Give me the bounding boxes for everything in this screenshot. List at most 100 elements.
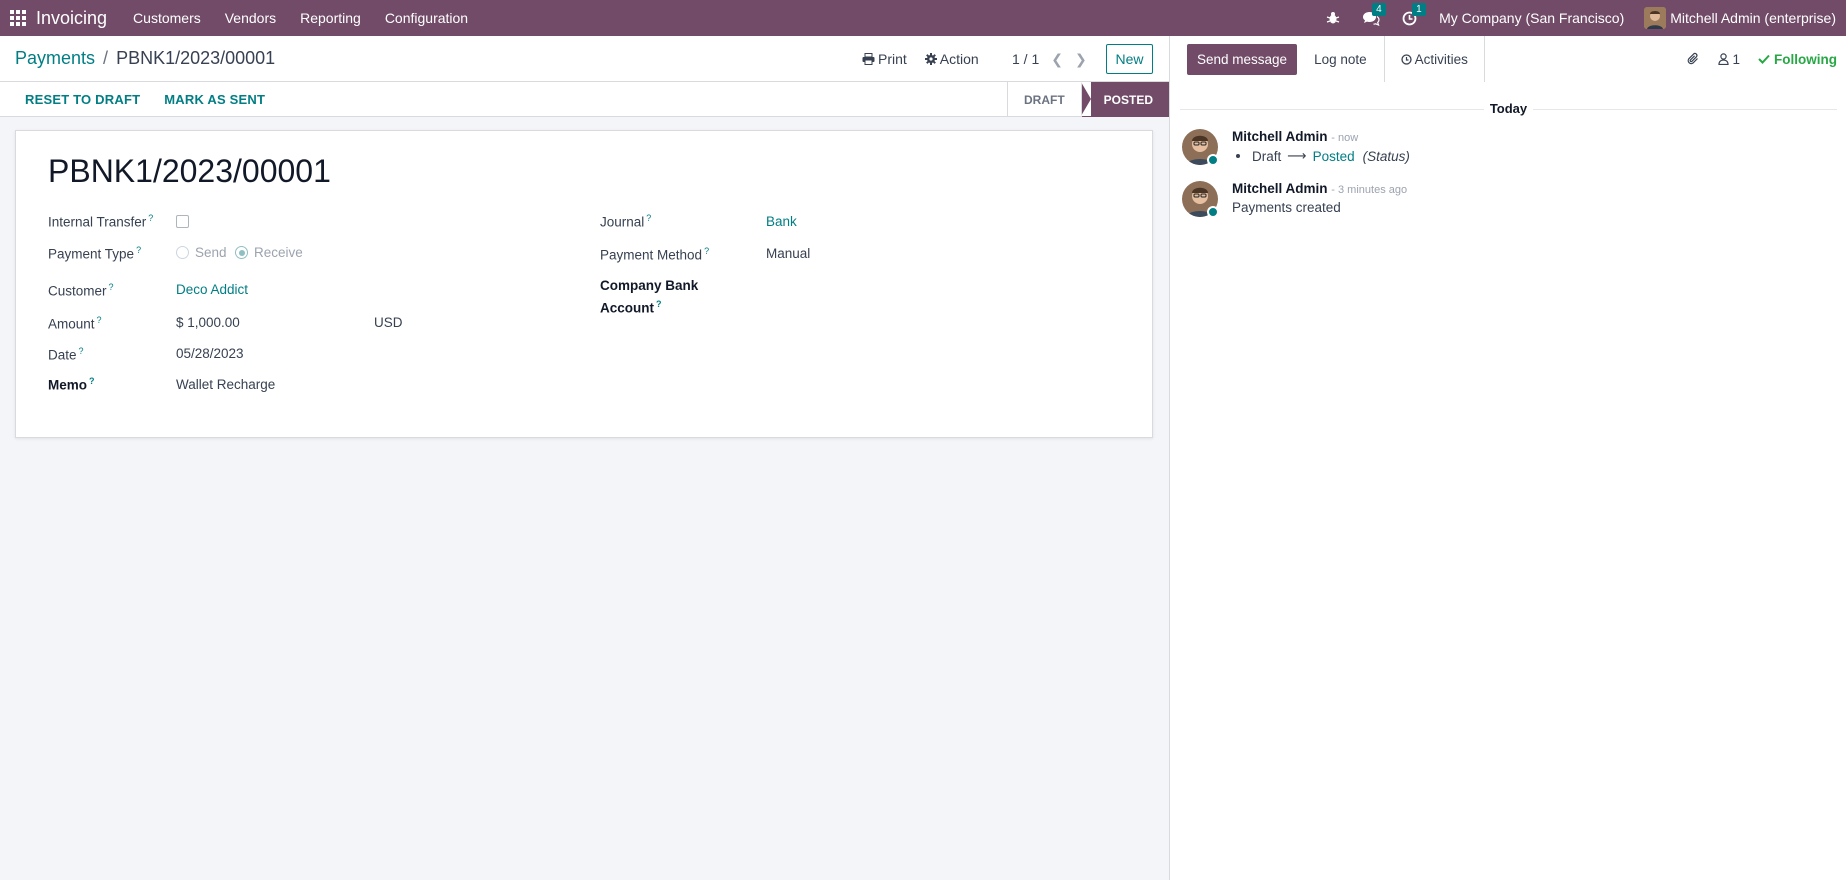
payment-method-label: Payment Method? bbox=[600, 246, 710, 263]
chatter-topbar: Send message Log note Activities 1 Follo… bbox=[1170, 36, 1846, 82]
online-status-dot bbox=[1207, 206, 1219, 218]
receive-option-label: Receive bbox=[254, 245, 303, 260]
payment-type-receive-radio[interactable]: Receive bbox=[235, 245, 303, 260]
print-icon bbox=[862, 53, 875, 65]
message-time: - 3 minutes ago bbox=[1331, 184, 1408, 196]
date-value[interactable]: 05/28/2023 bbox=[176, 346, 244, 361]
radio-dot bbox=[235, 246, 248, 259]
menu-reporting[interactable]: Reporting bbox=[300, 10, 361, 26]
menu-vendors[interactable]: Vendors bbox=[225, 10, 276, 26]
message-author[interactable]: Mitchell Admin - now bbox=[1232, 129, 1358, 144]
activities-clock-icon[interactable]: 1 bbox=[1402, 2, 1426, 26]
messages-count-badge: 4 bbox=[1372, 2, 1386, 16]
record-title: PBNK1/2023/00001 bbox=[48, 153, 331, 189]
old-value: Draft bbox=[1252, 148, 1282, 164]
action-button[interactable]: Action bbox=[924, 51, 979, 67]
customer-value[interactable]: Deco Addict bbox=[176, 282, 248, 297]
status-bar: RESET TO DRAFT MARK AS SENT DRAFT POSTED bbox=[0, 82, 1169, 117]
internal-transfer-label: Internal Transfer? bbox=[48, 213, 154, 230]
memo-label: Memo? bbox=[48, 376, 95, 393]
stage-draft[interactable]: DRAFT bbox=[1006, 82, 1081, 117]
help-icon[interactable]: ? bbox=[656, 299, 662, 309]
memo-value[interactable]: Wallet Recharge bbox=[176, 377, 275, 392]
day-separator: Today bbox=[1170, 100, 1846, 116]
reset-to-draft-button[interactable]: RESET TO DRAFT bbox=[25, 92, 140, 107]
followers-button[interactable]: 1 bbox=[1718, 52, 1740, 67]
pager-previous-icon[interactable]: ❮ bbox=[1051, 51, 1063, 68]
internal-transfer-checkbox[interactable] bbox=[176, 215, 189, 228]
chatter-panel: Send message Log note Activities 1 Follo… bbox=[1169, 36, 1846, 880]
company-bank-account-label: Company Bank Account? bbox=[600, 278, 699, 316]
customer-label: Customer? bbox=[48, 282, 114, 299]
user-icon bbox=[1718, 53, 1730, 65]
activities-count-badge: 1 bbox=[1412, 2, 1426, 16]
breadcrumb-separator: / bbox=[103, 48, 109, 68]
radio-dot bbox=[176, 246, 189, 259]
payment-type-label: Payment Type? bbox=[48, 245, 142, 262]
help-icon[interactable]: ? bbox=[109, 282, 114, 292]
pager-value[interactable]: 1 / 1 bbox=[1012, 51, 1039, 67]
menu-customers[interactable]: Customers bbox=[133, 10, 201, 26]
payment-method-value[interactable]: Manual bbox=[766, 246, 810, 261]
tracking-value: Draft ⟶ Posted (Status) bbox=[1232, 148, 1410, 164]
amount-label: Amount? bbox=[48, 315, 102, 332]
menu-configuration[interactable]: Configuration bbox=[385, 10, 468, 26]
pager: 1 / 1 ❮ ❯ bbox=[1012, 36, 1087, 82]
user-avatar bbox=[1644, 7, 1667, 29]
help-icon[interactable]: ? bbox=[148, 213, 153, 223]
top-navbar: Invoicing Customers Vendors Reporting Co… bbox=[0, 0, 1846, 36]
pager-next-icon[interactable]: ❯ bbox=[1075, 51, 1087, 68]
help-icon[interactable]: ? bbox=[89, 376, 95, 386]
new-value: Posted bbox=[1312, 148, 1355, 164]
following-button[interactable]: Following bbox=[1758, 52, 1837, 67]
online-status-dot bbox=[1207, 154, 1219, 166]
print-button[interactable]: Print bbox=[862, 51, 907, 67]
user-name: Mitchell Admin (enterprise) bbox=[1670, 10, 1836, 26]
breadcrumb-current: PBNK1/2023/00001 bbox=[116, 48, 276, 68]
payment-type-send-radio[interactable]: Send bbox=[176, 245, 227, 260]
activities-button[interactable]: Activities bbox=[1383, 36, 1485, 82]
mark-as-sent-button[interactable]: MARK AS SENT bbox=[164, 92, 265, 107]
apps-menu-icon[interactable] bbox=[0, 0, 36, 36]
new-button[interactable]: New bbox=[1106, 44, 1153, 74]
amount-value[interactable]: $ 1,000.00 bbox=[176, 315, 240, 330]
help-icon[interactable]: ? bbox=[646, 213, 651, 223]
date-label: Date? bbox=[48, 346, 84, 363]
debug-bug-icon[interactable] bbox=[1326, 11, 1340, 25]
company-switcher[interactable]: My Company (San Francisco) bbox=[1439, 10, 1624, 26]
log-note-button[interactable]: Log note bbox=[1297, 36, 1384, 82]
check-icon bbox=[1758, 54, 1770, 64]
user-menu[interactable]: Mitchell Admin (enterprise) bbox=[1644, 7, 1836, 29]
breadcrumb: Payments / PBNK1/2023/00001 bbox=[15, 48, 275, 69]
bullet bbox=[1236, 154, 1240, 158]
following-label: Following bbox=[1774, 51, 1837, 67]
breadcrumb-payments-link[interactable]: Payments bbox=[15, 48, 95, 69]
app-name[interactable]: Invoicing bbox=[36, 8, 107, 29]
print-label: Print bbox=[878, 51, 907, 67]
currency-value[interactable]: USD bbox=[374, 315, 403, 330]
followers-count: 1 bbox=[1732, 51, 1740, 67]
form-sheet: PBNK1/2023/00001 Internal Transfer? Paym… bbox=[15, 130, 1153, 438]
arrow-right-icon: ⟶ bbox=[1287, 148, 1307, 163]
control-panel: Payments / PBNK1/2023/00001 Print Action… bbox=[0, 36, 1169, 82]
send-message-button[interactable]: Send message bbox=[1187, 43, 1298, 75]
stage-posted[interactable]: POSTED bbox=[1080, 82, 1169, 117]
day-label: Today bbox=[1483, 101, 1534, 116]
send-option-label: Send bbox=[195, 245, 227, 260]
action-label: Action bbox=[939, 51, 979, 67]
messaging-chat-icon[interactable]: 4 bbox=[1362, 2, 1386, 26]
attachment-paperclip-icon[interactable] bbox=[1687, 52, 1700, 66]
gear-icon bbox=[924, 53, 937, 65]
journal-value[interactable]: Bank bbox=[766, 214, 797, 229]
help-icon[interactable]: ? bbox=[136, 245, 141, 255]
help-icon[interactable]: ? bbox=[97, 315, 102, 325]
help-icon[interactable]: ? bbox=[704, 246, 709, 256]
help-icon[interactable]: ? bbox=[79, 346, 84, 356]
journal-label: Journal? bbox=[600, 213, 652, 230]
message-author[interactable]: Mitchell Admin - 3 minutes ago bbox=[1232, 181, 1407, 196]
stage-pipeline: DRAFT POSTED bbox=[1006, 82, 1169, 117]
clock-icon bbox=[1400, 53, 1412, 65]
tracked-field: (Status) bbox=[1362, 148, 1410, 164]
message-time: - now bbox=[1331, 132, 1359, 144]
message-body: Payments created bbox=[1232, 200, 1341, 215]
